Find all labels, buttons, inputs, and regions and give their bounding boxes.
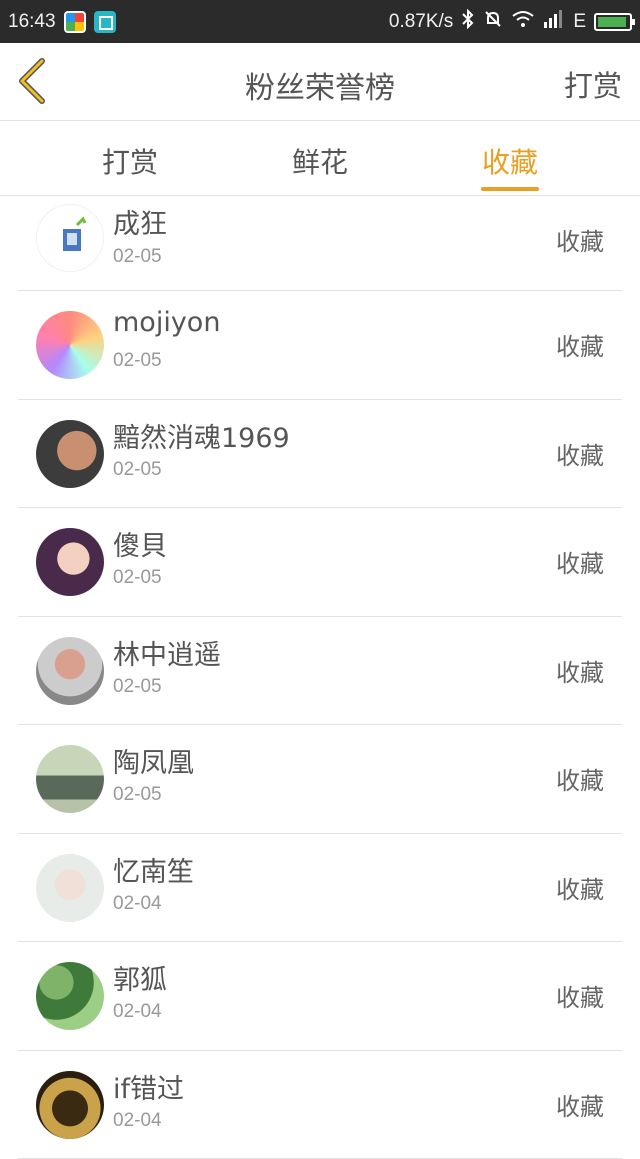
list-item[interactable]: 成狂 02-05 收藏 — [18, 196, 622, 291]
avatar — [36, 420, 104, 488]
action-label: 收藏 — [556, 327, 604, 362]
action-label: 收藏 — [556, 978, 604, 1013]
tab-flowers[interactable]: 鲜花 — [292, 141, 348, 181]
status-time: 16:43 — [8, 11, 56, 33]
user-date: 02-05 — [113, 459, 162, 481]
avatar — [36, 637, 104, 705]
avatar — [36, 528, 104, 596]
battery-icon — [594, 13, 632, 31]
user-date: 02-05 — [113, 784, 162, 806]
mute-icon — [483, 9, 503, 35]
user-date: 02-04 — [113, 1001, 162, 1023]
page-title: 粉丝荣誉榜 — [0, 63, 640, 107]
user-name: if错过 — [113, 1067, 184, 1106]
list-item[interactable]: 林中逍遥 02-05 收藏 — [18, 617, 622, 726]
status-right: 0.87K/s E — [389, 9, 632, 35]
network-speed: 0.87K/s — [389, 11, 453, 33]
action-label: 收藏 — [556, 761, 604, 796]
user-date: 02-05 — [113, 567, 162, 589]
action-label: 收藏 — [556, 544, 604, 579]
status-bar: 16:43 0.87K/s E — [0, 0, 640, 43]
action-label: 收藏 — [556, 1087, 604, 1122]
crop-notification-icon — [94, 11, 116, 33]
fan-list: 成狂 02-05 收藏 mojiyon 02-05 收藏 黯然消魂1969 02… — [0, 196, 640, 1159]
user-name: 傻貝 — [113, 524, 167, 563]
tab-favorites[interactable]: 收藏 — [482, 141, 538, 181]
list-item[interactable]: 陶凤凰 02-05 收藏 — [18, 725, 622, 834]
list-item[interactable]: 傻貝 02-05 收藏 — [18, 508, 622, 617]
avatar — [36, 204, 104, 272]
user-name: 郭狐 — [113, 958, 167, 997]
list-item[interactable]: if错过 02-04 收藏 — [18, 1051, 622, 1159]
signal-icon — [543, 10, 565, 34]
list-item[interactable]: mojiyon 02-05 收藏 — [18, 291, 622, 400]
user-date: 02-05 — [113, 676, 162, 698]
avatar — [36, 311, 104, 379]
action-label: 收藏 — [556, 222, 604, 257]
avatar — [36, 1071, 104, 1139]
avatar — [36, 854, 104, 922]
list-item[interactable]: 忆南笙 02-04 收藏 — [18, 834, 622, 943]
status-left: 16:43 — [8, 11, 116, 33]
user-date: 02-05 — [113, 350, 162, 372]
user-name: mojiyon — [113, 307, 220, 338]
user-date: 02-04 — [113, 1110, 162, 1132]
user-date: 02-04 — [113, 893, 162, 915]
bluetooth-icon — [461, 9, 475, 35]
list-item[interactable]: 黯然消魂1969 02-05 收藏 — [18, 400, 622, 509]
action-label: 收藏 — [556, 653, 604, 688]
action-label: 收藏 — [556, 870, 604, 905]
reward-button[interactable]: 打赏 — [564, 63, 622, 105]
network-type: E — [573, 11, 586, 33]
avatar — [36, 962, 104, 1030]
wifi-icon — [511, 10, 535, 34]
tab-active-indicator — [481, 187, 539, 191]
user-date: 02-05 — [113, 246, 162, 268]
nav-bar: 粉丝荣誉榜 打赏 — [0, 43, 640, 121]
user-name: 忆南笙 — [113, 850, 194, 889]
action-label: 收藏 — [556, 436, 604, 471]
tab-reward[interactable]: 打赏 — [102, 141, 158, 181]
user-name: 陶凤凰 — [113, 741, 194, 780]
user-name: 成狂 — [113, 202, 167, 241]
list-item[interactable]: 郭狐 02-04 收藏 — [18, 942, 622, 1051]
user-name: 林中逍遥 — [113, 633, 221, 672]
app-notification-icon — [64, 11, 86, 33]
tab-bar: 打赏 鲜花 收藏 — [0, 121, 640, 196]
user-name: 黯然消魂1969 — [113, 416, 290, 455]
avatar — [36, 745, 104, 813]
